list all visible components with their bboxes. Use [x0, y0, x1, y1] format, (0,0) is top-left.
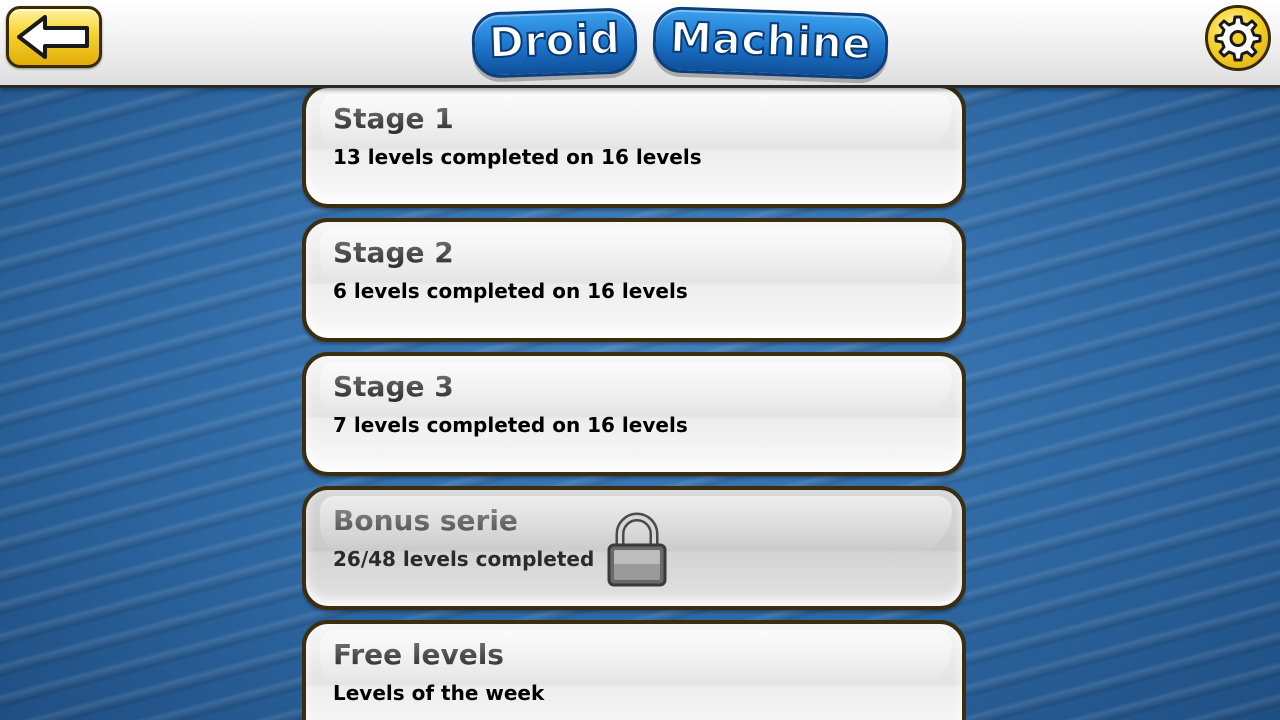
- logo-word-droid: Droid: [470, 7, 639, 79]
- game-logo: Droid Machine: [465, 4, 895, 82]
- stage-card-bonus[interactable]: Bonus serie 26/48 levels completed: [302, 486, 966, 610]
- stage-card-free[interactable]: Free levels Levels of the week: [302, 620, 966, 720]
- top-bar: Droid Machine: [0, 0, 1280, 88]
- logo-word-machine: Machine: [652, 5, 890, 81]
- settings-button[interactable]: [1205, 5, 1271, 71]
- back-arrow-icon: [17, 15, 89, 59]
- stage-card-1[interactable]: Stage 1 13 levels completed on 16 levels: [302, 84, 966, 208]
- gear-icon: [1214, 15, 1262, 62]
- stage-title: Bonus serie: [333, 504, 518, 537]
- stage-card-3[interactable]: Stage 3 7 levels completed on 16 levels: [302, 352, 966, 476]
- stage-title: Free levels: [333, 638, 504, 671]
- stage-progress: 6 levels completed on 16 levels: [333, 279, 688, 303]
- padlock-icon: [607, 512, 667, 587]
- stage-progress: 7 levels completed on 16 levels: [333, 413, 688, 437]
- stage-title: Stage 2: [333, 236, 454, 269]
- stage-list: Stage 1 13 levels completed on 16 levels…: [302, 84, 966, 720]
- stage-progress: 13 levels completed on 16 levels: [333, 145, 702, 169]
- stage-card-2[interactable]: Stage 2 6 levels completed on 16 levels: [302, 218, 966, 342]
- stage-title: Stage 1: [333, 102, 454, 135]
- stage-progress: Levels of the week: [333, 681, 545, 705]
- back-button[interactable]: [6, 6, 102, 68]
- stage-progress: 26/48 levels completed: [333, 547, 595, 571]
- stage-title: Stage 3: [333, 370, 454, 403]
